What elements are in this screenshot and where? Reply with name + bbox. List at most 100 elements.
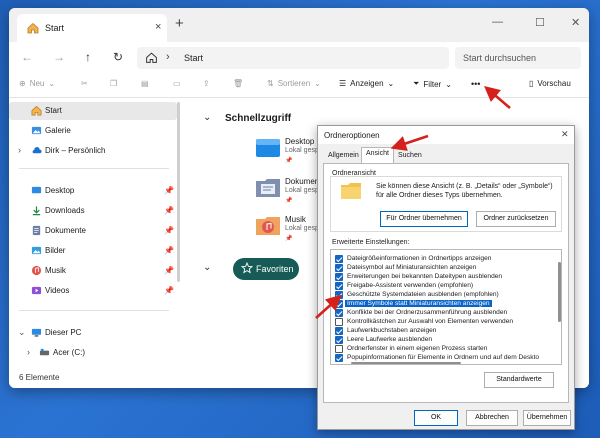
view-icon: ☰ [339, 79, 347, 88]
item-name: Desktop [285, 137, 315, 146]
pin-icon[interactable]: 📌 [164, 246, 174, 255]
new-tab-button[interactable]: + [175, 15, 184, 32]
chevron-right-icon: › [166, 51, 170, 63]
list-horizontal-scrollbar[interactable] [351, 362, 461, 364]
pin-icon: 📌 [285, 198, 293, 204]
documents-icon [31, 225, 42, 236]
close-tab-icon[interactable]: × [155, 21, 161, 33]
rename-icon[interactable]: ▭ [173, 79, 181, 88]
address-bar[interactable]: › Start [137, 47, 449, 69]
view-label: Anzeigen [350, 79, 384, 88]
sidebar-item-label: Dokumente [45, 226, 86, 235]
refresh-icon[interactable]: ↻ [113, 50, 123, 64]
checkbox[interactable] [335, 273, 343, 281]
close-dialog-icon[interactable]: ✕ [561, 129, 569, 140]
checkbox[interactable] [335, 345, 343, 353]
setting-label: Dateigrößeinformationen in Ordnertipps a… [347, 255, 492, 262]
chevron-down-icon: ⌄ [387, 79, 395, 88]
back-icon[interactable]: ← [21, 50, 33, 64]
sidebar-item-bilder[interactable]: Bilder 📌 [9, 242, 177, 260]
folder-view-description: Sie können diese Ansicht (z. B. „Details… [376, 183, 553, 199]
restore-defaults-button[interactable]: Standardwerte [484, 372, 554, 388]
favorites-button[interactable]: Favoriten [233, 258, 299, 280]
maximize-icon[interactable]: ☐ [535, 16, 545, 29]
chevron-down-icon[interactable]: ⌄ [203, 112, 211, 123]
checkbox[interactable] [335, 354, 343, 362]
item-name: Musik [285, 215, 306, 224]
more-options-button[interactable]: ••• [471, 79, 480, 89]
close-window-icon[interactable]: ✕ [571, 16, 580, 29]
checkbox[interactable] [335, 309, 343, 317]
sidebar-item-musik[interactable]: Musik 📌 [9, 262, 177, 280]
view-button[interactable]: ☰ Anzeigen ⌄ [339, 79, 394, 88]
setting-label: Immer Symbole statt Miniaturansichten an… [345, 300, 492, 307]
forward-icon[interactable]: → [53, 50, 65, 64]
checkbox[interactable] [335, 264, 343, 272]
sidebar-item-start[interactable]: Start [9, 102, 177, 120]
up-icon[interactable]: ↑ [85, 50, 91, 64]
cancel-button[interactable]: Abbrechen [466, 410, 518, 426]
tab-title: Start [45, 23, 65, 33]
filter-label: Filter [423, 79, 442, 89]
sidebar-item-label: Bilder [45, 246, 66, 255]
checkbox[interactable] [335, 282, 343, 290]
new-button[interactable]: ⊕ Neu ⌄ [19, 79, 55, 88]
pictures-icon [31, 245, 42, 256]
minimize-icon[interactable]: — [492, 16, 503, 28]
music-icon [31, 265, 42, 276]
sidebar-item-dokumente[interactable]: Dokumente 📌 [9, 222, 177, 240]
checkbox[interactable] [335, 327, 343, 335]
cut-icon[interactable]: ✂ [81, 79, 88, 88]
copy-icon[interactable]: ❐ [110, 79, 117, 88]
tab-general[interactable]: Allgemein [324, 150, 363, 164]
share-icon[interactable]: ⇪ [203, 79, 210, 88]
sidebar-item-label: Acer (C:) [53, 348, 85, 357]
tab-view[interactable]: Ansicht [361, 147, 394, 164]
pin-icon[interactable]: 📌 [164, 286, 174, 295]
tab-start[interactable]: Start × [17, 14, 167, 42]
sidebar-item-galerie[interactable]: Galerie [9, 122, 177, 140]
chevron-right-icon: › [18, 145, 21, 155]
address-path: Start [184, 53, 204, 63]
sidebar-item-downloads[interactable]: Downloads 📌 [9, 202, 177, 220]
filter-button[interactable]: ⏷ Filter ⌄ [413, 79, 452, 89]
sidebar-scrollbar[interactable] [177, 102, 180, 282]
sidebar-item-this-pc[interactable]: ⌄ Dieser PC [9, 324, 177, 342]
pin-icon[interactable]: 📌 [164, 206, 174, 215]
sidebar-item-cloud[interactable]: › Dirk – Persönlich [9, 142, 177, 160]
pin-icon: 📌 [285, 158, 293, 164]
item-count: 6 Elemente [19, 373, 60, 382]
paste-icon[interactable]: ▤ [141, 79, 149, 88]
checkbox[interactable] [335, 336, 343, 344]
sidebar-item-label: Desktop [45, 186, 75, 195]
checkbox[interactable] [335, 300, 343, 308]
sidebar-item-desktop[interactable]: Desktop 📌 [9, 182, 177, 200]
pin-icon[interactable]: 📌 [164, 266, 174, 275]
delete-icon[interactable]: 🗑 [233, 79, 243, 88]
pin-icon[interactable]: 📌 [164, 226, 174, 235]
sidebar-item-label: Galerie [45, 126, 71, 135]
checkbox[interactable] [335, 255, 343, 263]
sidebar-item-label: Start [45, 106, 62, 115]
search-box[interactable]: Start durchsuchen [455, 47, 581, 69]
home-icon [27, 22, 39, 34]
sort-button[interactable]: ⇅ Sortieren ⌄ [267, 79, 321, 88]
preview-button[interactable]: ▯ Vorschau [529, 79, 571, 88]
folder-options-dialog: Ordneroptionen ✕ Allgemein Ansicht Suche… [317, 125, 575, 430]
apply-to-folders-button[interactable]: Für Ordner übernehmen [380, 211, 468, 227]
tab-search[interactable]: Suchen [394, 150, 426, 164]
ok-button[interactable]: OK [414, 410, 458, 426]
download-icon [31, 205, 42, 216]
chevron-down-icon[interactable]: ⌄ [203, 262, 211, 273]
checkbox[interactable] [335, 318, 343, 326]
checkbox[interactable] [335, 291, 343, 299]
list-scrollbar[interactable] [558, 262, 561, 322]
drive-icon [39, 347, 50, 358]
sidebar-item-videos[interactable]: Videos 📌 [9, 282, 177, 300]
pin-icon[interactable]: 📌 [164, 186, 174, 195]
sidebar-item-drive-c[interactable]: › Acer (C:) [9, 344, 177, 362]
apply-button[interactable]: Übernehmen [523, 410, 571, 426]
advanced-settings-list[interactable]: Dateigrößeinformationen in Ordnertipps a… [330, 249, 562, 365]
reset-folders-button[interactable]: Ordner zurücksetzen [476, 211, 556, 227]
sort-label: Sortieren [277, 79, 311, 88]
